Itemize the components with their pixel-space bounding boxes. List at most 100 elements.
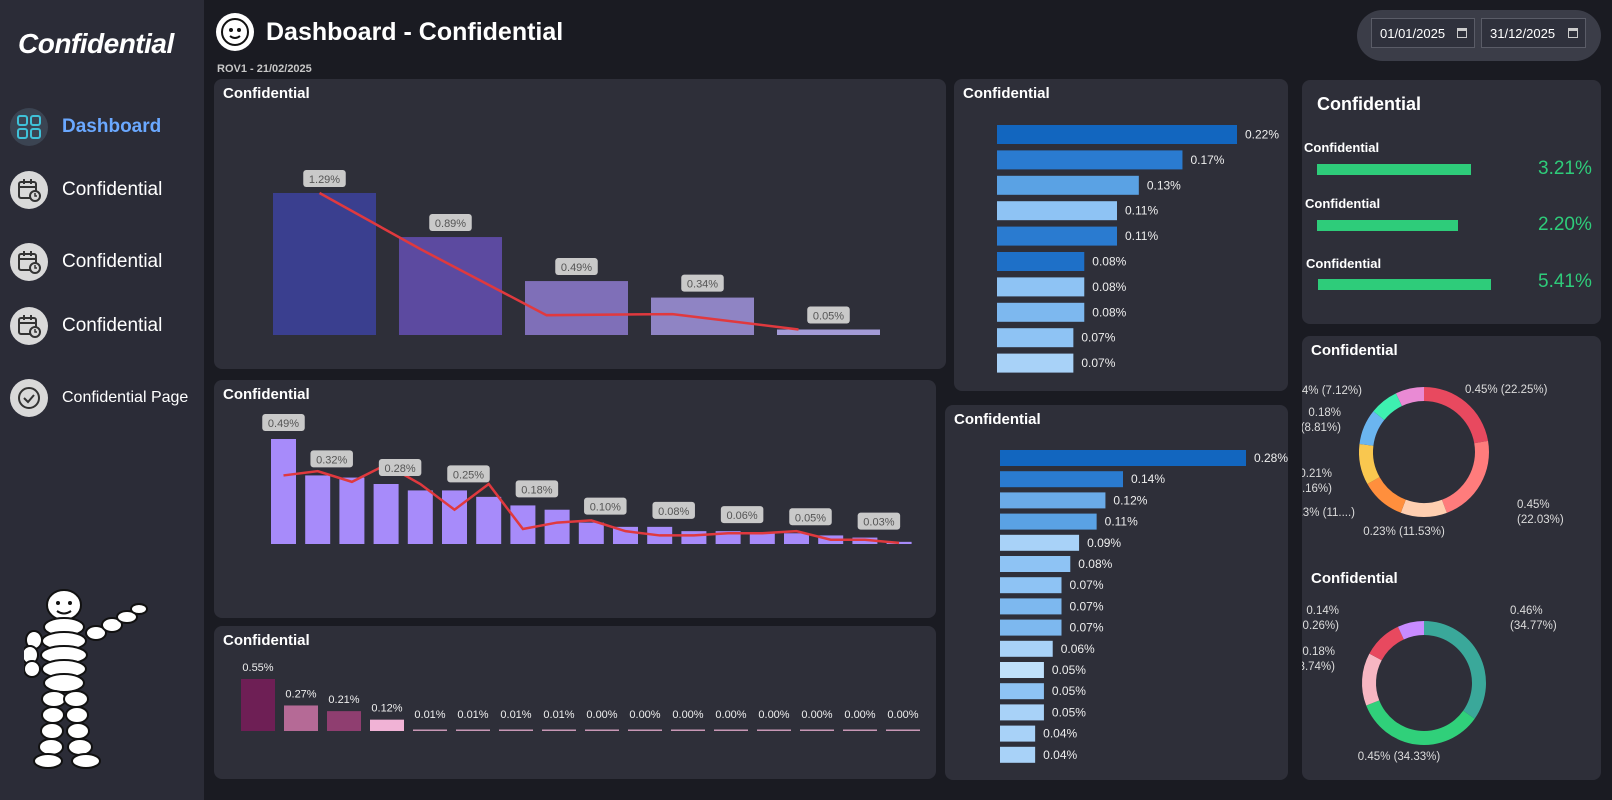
data-label: 0.11% bbox=[1125, 229, 1158, 243]
data-label: 0.49% bbox=[561, 262, 592, 274]
data-label: 0.45% (22.25%) bbox=[1465, 384, 1548, 396]
donut-slice bbox=[1362, 653, 1382, 706]
data-label: (34.77%) bbox=[1510, 620, 1557, 632]
bar bbox=[373, 484, 399, 544]
calendar-icon[interactable] bbox=[1568, 28, 1578, 38]
data-label: 0.28% bbox=[1254, 451, 1288, 465]
data-label: 0.00% bbox=[887, 709, 918, 721]
bar bbox=[1000, 683, 1044, 700]
data-label: 0.06% bbox=[726, 510, 757, 522]
sidebar-item-label: Confidential bbox=[62, 251, 163, 272]
bar bbox=[886, 729, 920, 731]
donut-slice bbox=[1366, 700, 1475, 745]
calendar-clock-icon bbox=[10, 243, 48, 281]
bar bbox=[370, 719, 404, 731]
panel-kpi: Confidential Confidential 3.21% Confiden… bbox=[1302, 80, 1601, 324]
data-label: 0.23% (11.53%) bbox=[1363, 526, 1445, 538]
bar bbox=[442, 490, 467, 544]
kpi-bar bbox=[1317, 220, 1458, 231]
bar bbox=[1000, 662, 1044, 678]
bar bbox=[1000, 577, 1062, 594]
bar bbox=[671, 729, 705, 731]
sidebar-item-confidential-page[interactable]: Confidential Page bbox=[10, 379, 188, 417]
data-label: 0.45% (34.33%) bbox=[1358, 751, 1441, 763]
panel-bottom-middle-chart: Confidential 0.28% 0.14% 0.12% 0.11% 0.09% 0.… bbox=[945, 405, 1288, 780]
data-label: 0.45% bbox=[1517, 499, 1550, 511]
bar bbox=[651, 297, 754, 335]
bar bbox=[1000, 471, 1123, 488]
data-label: 0.08% bbox=[1092, 280, 1126, 294]
data-label: 0.05% bbox=[795, 512, 826, 524]
bar bbox=[997, 150, 1183, 170]
bar bbox=[749, 533, 775, 544]
data-label: 0.11% bbox=[1125, 204, 1158, 218]
bar bbox=[1000, 640, 1053, 657]
start-date-value: 01/01/2025 bbox=[1380, 25, 1446, 41]
bar bbox=[1000, 598, 1062, 615]
end-date-input[interactable]: 31/12/2025 bbox=[1481, 18, 1586, 48]
data-label: 0.06% bbox=[1061, 642, 1095, 656]
bar bbox=[1000, 746, 1036, 763]
start-date-input[interactable]: 01/01/2025 bbox=[1371, 18, 1475, 48]
kpi-value: 5.41% bbox=[1538, 271, 1592, 292]
data-label: 0.08% bbox=[1092, 305, 1126, 319]
sidebar-item-label: Confidential bbox=[62, 179, 163, 200]
donut-charts: 0.45% (22.25%) 0.45% (22.03%) 0.23% (11.53%… bbox=[1302, 384, 1564, 763]
data-label: (10.16%) bbox=[1302, 483, 1332, 495]
panel-donut-charts: Confidential Confidential 0.45% (22.25%)… bbox=[1302, 336, 1601, 780]
bar bbox=[413, 729, 447, 731]
kpi-bar bbox=[1318, 279, 1491, 290]
bar bbox=[1000, 619, 1062, 636]
bar bbox=[1000, 704, 1044, 721]
bar bbox=[714, 729, 748, 731]
sidebar-item-confidential-3[interactable]: Confidential bbox=[10, 307, 162, 345]
data-label: 0.04% bbox=[1043, 748, 1077, 762]
data-label: 0.11% bbox=[1105, 515, 1138, 529]
bar bbox=[544, 509, 570, 544]
app-logo: Confidential bbox=[18, 28, 174, 59]
data-label: 0.08% bbox=[1078, 557, 1112, 571]
bar bbox=[997, 226, 1117, 246]
calendar-clock-icon bbox=[10, 171, 48, 209]
data-label: 0.04% bbox=[1043, 727, 1077, 741]
sidebar-item-dashboard[interactable]: Dashboard bbox=[10, 108, 161, 146]
data-label: 0.08% bbox=[658, 506, 689, 518]
data-label: 0.03% bbox=[863, 517, 894, 529]
mascot-avatar-icon bbox=[216, 13, 254, 51]
donut-slice bbox=[1359, 443, 1380, 484]
donut-slice bbox=[1441, 440, 1489, 513]
data-label: 0.13% bbox=[1147, 178, 1181, 192]
data-label: 0.14% bbox=[1131, 472, 1165, 486]
data-label: 0.25% bbox=[453, 469, 484, 481]
check-circle-icon bbox=[10, 379, 48, 417]
data-label: 0.00% bbox=[801, 709, 832, 721]
bar bbox=[628, 729, 662, 731]
data-label: 0.21% bbox=[328, 694, 359, 706]
data-label: 0.34% bbox=[687, 279, 718, 291]
bar bbox=[784, 533, 809, 544]
bar bbox=[399, 237, 502, 335]
panel-top-middle-chart: Confidential 0.22% 0.17% 0.13% 0.11% 0.11% 0.… bbox=[954, 79, 1288, 391]
bar bbox=[1000, 725, 1036, 742]
data-label: 0.07% bbox=[1081, 356, 1115, 370]
bar bbox=[843, 729, 877, 731]
bar-chart: 0.55% 0.27% 0.21% 0.12% 0.01% 0.01% 0.01% 0.01%… bbox=[241, 662, 920, 731]
data-label: 0.07% bbox=[1070, 599, 1104, 613]
bar bbox=[997, 175, 1139, 195]
calendar-icon[interactable] bbox=[1457, 28, 1467, 38]
data-label: 0.46% bbox=[1510, 605, 1543, 617]
sidebar-item-confidential-1[interactable]: Confidential bbox=[10, 171, 162, 209]
data-label: 0.08% bbox=[1092, 255, 1126, 269]
data-label: 0.07% bbox=[1070, 578, 1104, 592]
data-label: 0.00% bbox=[586, 709, 617, 721]
data-label: 0.01% bbox=[500, 709, 531, 721]
data-label: 0.07% bbox=[1070, 621, 1104, 635]
bar bbox=[542, 729, 576, 731]
panel-middle-left-chart: Confidential 0.49% 0.32% 0.28% 0.25% 0.18% 0.… bbox=[214, 380, 936, 618]
calendar-clock-icon bbox=[10, 307, 48, 345]
data-label: 0.01% bbox=[414, 709, 445, 721]
bar bbox=[997, 328, 1074, 348]
sidebar-item-confidential-2[interactable]: Confidential bbox=[10, 243, 162, 281]
bar bbox=[585, 729, 619, 731]
panel-top-left-chart: Confidential 1.29% 0.89% 0.49% 0.34% 0.05% bbox=[214, 79, 946, 369]
